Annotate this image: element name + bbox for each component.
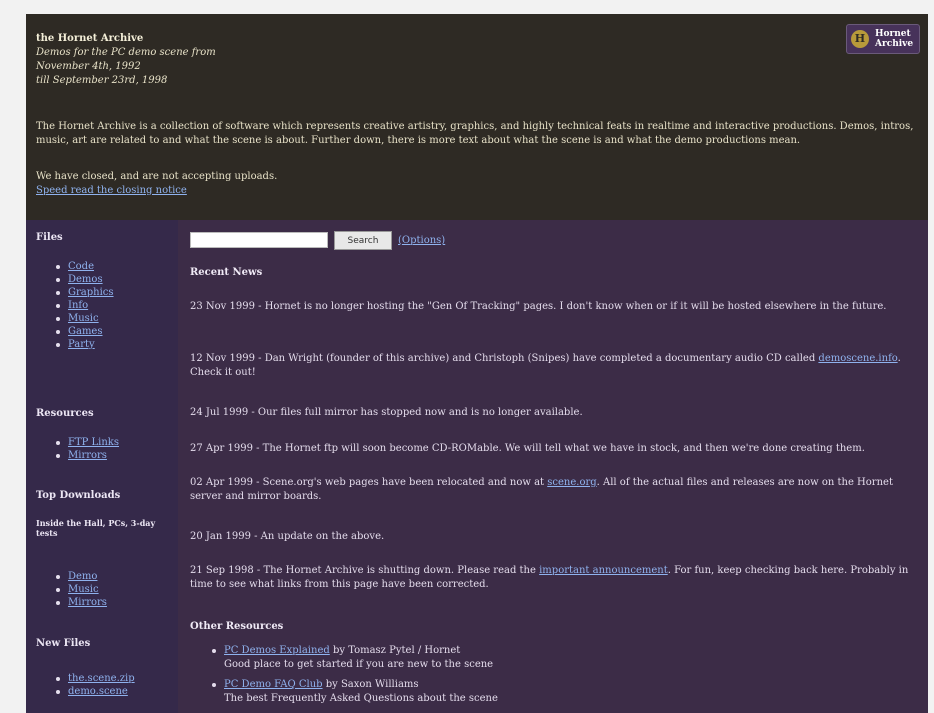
news-item: 21 Sep 1998 - The Hornet Archive is shut…: [190, 565, 909, 590]
resources-heading: Resources: [36, 408, 94, 419]
files-heading: Files: [36, 232, 63, 243]
news-item: 12 Nov 1999 - Dan Wright (founder of thi…: [190, 353, 901, 378]
top-downloads-subheading: Inside the Hall, PCs, 3-day tests: [36, 518, 156, 538]
top-downloads-list: Demo Music Mirrors: [56, 570, 107, 609]
site-subtitle: Demos for the PC demo scene from: [36, 47, 216, 58]
main-content: Search (Options) Recent News 23 Nov 1999…: [178, 220, 928, 713]
site-date-end: till September 23rd, 1998: [36, 75, 168, 86]
top-download-mirrors[interactable]: Mirrors: [68, 597, 107, 608]
site-title: the Hornet Archive: [36, 33, 144, 44]
sidebar: Files Code Demos Graphics Info Music Gam…: [26, 220, 178, 713]
news-item: 20 Jan 1999 - An update on the above.: [190, 531, 385, 542]
header-description: The Hornet Archive is a collection of so…: [36, 120, 916, 148]
hornet-logo-text: Hornet Archive: [875, 29, 914, 49]
news-item: 23 Nov 1999 - Hornet is no longer hostin…: [190, 301, 887, 312]
closing-notice-link[interactable]: Speed read the closing notice: [36, 185, 187, 196]
site-date-start: November 4th, 1992: [36, 61, 141, 72]
other-resources-heading: Other Resources: [190, 621, 284, 632]
closed-notice: We have closed, and are not accepting up…: [36, 170, 277, 198]
new-files-heading: New Files: [36, 638, 91, 649]
search-options-link[interactable]: (Options): [398, 234, 445, 248]
list-item: PC Demos Explained by Tomasz Pytel / Hor…: [212, 644, 912, 672]
site-header: the Hornet Archive Demos for the PC demo…: [26, 14, 928, 220]
sidebar-item-mirrors[interactable]: Mirrors: [68, 450, 107, 461]
list-item: PC Demo FAQ Club by Saxon Williams The b…: [212, 678, 912, 706]
search-button[interactable]: Search: [334, 231, 392, 250]
resources-list: FTP Links Mirrors: [56, 436, 119, 462]
sidebar-item-party[interactable]: Party: [68, 339, 95, 350]
sidebar-item-code[interactable]: Code: [68, 261, 94, 272]
sidebar-item-music[interactable]: Music: [68, 313, 99, 324]
hornet-logo[interactable]: H Hornet Archive: [846, 24, 920, 54]
header-intro-block: the Hornet Archive Demos for the PC demo…: [36, 32, 216, 88]
page: the Hornet Archive Demos for the PC demo…: [26, 14, 928, 713]
closed-text: We have closed, and are not accepting up…: [36, 171, 278, 182]
news-item: 02 Apr 1999 - Scene.org's web pages have…: [190, 477, 893, 502]
pc-demo-faq-link[interactable]: PC Demo FAQ Club: [224, 679, 323, 690]
top-downloads-heading: Top Downloads: [36, 490, 121, 501]
hornet-logo-icon: H: [851, 30, 869, 48]
sidebar-item-games[interactable]: Games: [68, 326, 102, 337]
top-download-music[interactable]: Music: [68, 584, 99, 595]
new-files-list: the.scene.zip demo.scene: [56, 672, 135, 698]
new-file-item[interactable]: the.scene.zip: [68, 673, 135, 684]
search-input[interactable]: [190, 232, 328, 248]
sidebar-item-graphics[interactable]: Graphics: [68, 287, 114, 298]
recent-news-heading: Recent News: [190, 267, 263, 278]
scene-org-link[interactable]: scene.org: [547, 477, 596, 488]
demoscene-info-link[interactable]: demoscene.info: [818, 353, 897, 364]
news-item: 27 Apr 1999 - The Hornet ftp will soon b…: [190, 443, 865, 454]
other-resources-list: PC Demos Explained by Tomasz Pytel / Hor…: [212, 644, 912, 712]
top-download-demo[interactable]: Demo: [68, 571, 97, 582]
announcement-link[interactable]: important announcement: [539, 565, 668, 576]
pc-demos-explained-link[interactable]: PC Demos Explained: [224, 645, 330, 656]
news-item: 24 Jul 1999 - Our files full mirror has …: [190, 407, 583, 418]
new-file-item[interactable]: demo.scene: [68, 686, 128, 697]
intro-text: The Hornet Archive is a collection of so…: [36, 121, 914, 146]
sidebar-item-demos[interactable]: Demos: [68, 274, 103, 285]
files-list: Code Demos Graphics Info Music Games Par…: [56, 260, 114, 351]
sidebar-item-ftp-links[interactable]: FTP Links: [68, 437, 119, 448]
sidebar-item-info[interactable]: Info: [68, 300, 88, 311]
